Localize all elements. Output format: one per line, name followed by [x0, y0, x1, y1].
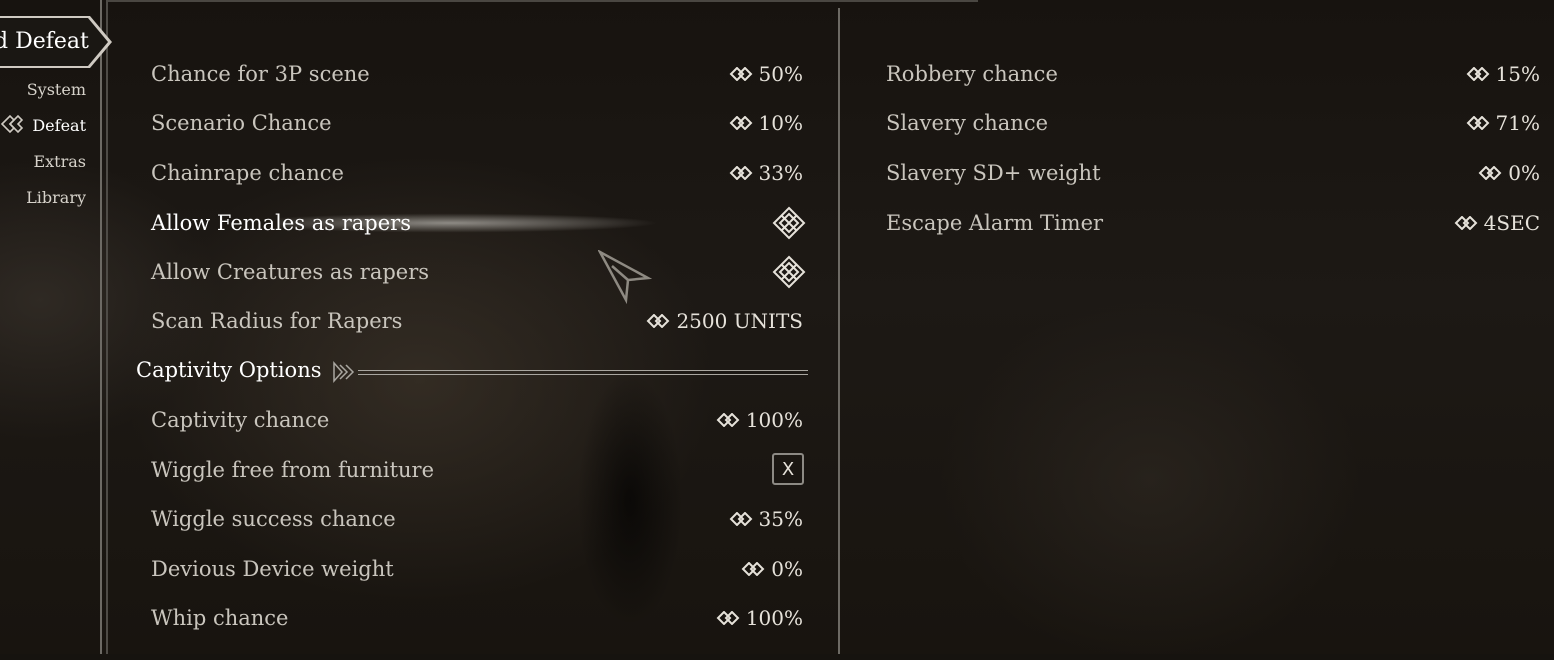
double-arrow-icon: [716, 413, 740, 427]
option-row[interactable]: Scenario Chance 10%: [151, 111, 803, 151]
rune-check-icon[interactable]: [772, 255, 806, 289]
option-row[interactable]: Scan Radius for Rapers 2500 UNITS: [151, 309, 803, 349]
section-header: Captivity Options: [136, 358, 808, 390]
option-value[interactable]: 35%: [729, 507, 803, 531]
nav-item-library[interactable]: Library: [26, 188, 86, 207]
option-label: Wiggle success chance: [151, 507, 396, 531]
keybind-button[interactable]: X: [772, 453, 804, 485]
option-row[interactable]: Slavery SD+ weight 0%: [886, 161, 1540, 201]
nav-item-extras[interactable]: Extras: [33, 152, 86, 171]
double-arrow-icon: [647, 314, 670, 328]
section-header-label: Captivity Options: [136, 358, 322, 382]
option-label: Escape Alarm Timer: [886, 211, 1104, 235]
option-value-text: 50%: [758, 62, 803, 86]
option-label: Robbery chance: [886, 62, 1058, 86]
nav-item-system[interactable]: System: [27, 80, 86, 99]
option-value[interactable]: 0%: [741, 557, 803, 581]
option-label: Chainrape chance: [151, 161, 344, 185]
option-value-text: 71%: [1495, 111, 1540, 135]
double-arrow-icon: [1466, 116, 1489, 130]
option-value[interactable]: 2500 UNITS: [646, 309, 803, 333]
option-label: Allow Females as rapers: [151, 211, 411, 235]
nav-divider-inner: [106, 0, 108, 654]
option-value[interactable]: 15%: [1466, 62, 1540, 86]
option-value-text: 0%: [1508, 161, 1540, 185]
option-value-text: 0%: [771, 557, 803, 581]
option-label: Allow Creatures as rapers: [151, 260, 430, 284]
option-label: Captivity chance: [151, 408, 330, 432]
nav-list: System Defeat Extras Library: [0, 78, 86, 218]
option-row[interactable]: Wiggle free from furniture: [151, 458, 751, 498]
double-arrow-icon: [729, 116, 752, 130]
double-arrow-icon: [741, 562, 765, 576]
option-row[interactable]: Captivity chance 100%: [151, 408, 803, 448]
option-row[interactable]: Wiggle success chance 35%: [151, 507, 803, 547]
option-label: Wiggle free from furniture: [151, 458, 435, 482]
double-arrow-icon: [1454, 216, 1478, 230]
option-row[interactable]: Whip chance 100%: [151, 606, 803, 646]
double-arrow-icon: [729, 166, 752, 180]
option-value-text: 15%: [1495, 62, 1540, 86]
option-label: Slavery SD+ weight: [886, 161, 1101, 185]
section-header-line: [358, 370, 808, 375]
option-row[interactable]: Devious Device weight 0%: [151, 557, 803, 597]
option-value[interactable]: 4SEC: [1454, 211, 1540, 235]
option-row[interactable]: Robbery chance 15%: [886, 62, 1540, 102]
option-row-highlighted[interactable]: Allow Females as rapers: [151, 211, 651, 251]
option-value[interactable]: 10%: [729, 111, 803, 135]
option-value[interactable]: 33%: [729, 161, 803, 185]
option-label: Whip chance: [151, 606, 289, 630]
nav-divider-outer: [100, 0, 102, 654]
option-label: Scan Radius for Rapers: [151, 309, 403, 333]
option-value[interactable]: 71%: [1466, 111, 1540, 135]
option-value[interactable]: 100%: [716, 606, 803, 630]
double-arrow-icon: [716, 611, 740, 625]
column-divider: [838, 8, 840, 654]
option-value[interactable]: 50%: [729, 62, 803, 86]
option-value-text: 4SEC: [1483, 211, 1540, 235]
option-label: Chance for 3P scene: [151, 62, 370, 86]
option-value-text: 10%: [758, 111, 803, 135]
option-row[interactable]: Escape Alarm Timer 4SEC: [886, 211, 1540, 251]
mod-title: d Defeat: [0, 29, 89, 54]
option-value-text: 33%: [758, 161, 803, 185]
option-value-text: 2500 UNITS: [676, 309, 803, 333]
top-rule: [108, 0, 978, 2]
rune-check-icon[interactable]: [772, 206, 806, 240]
option-row[interactable]: Slavery chance 71%: [886, 111, 1540, 151]
option-row[interactable]: Chainrape chance 33%: [151, 161, 803, 201]
option-value-text: 100%: [745, 408, 803, 432]
option-label: Slavery chance: [886, 111, 1049, 135]
double-arrow-icon: [729, 67, 752, 81]
double-arrow-icon: [1466, 67, 1489, 81]
double-arrow-icon: [1478, 166, 1502, 180]
double-arrow-icon: [729, 512, 752, 526]
cursor-arrow-icon: [598, 250, 653, 304]
option-value-text: 100%: [745, 606, 803, 630]
option-row[interactable]: Chance for 3P scene 50%: [151, 62, 803, 102]
option-label: Scenario Chance: [151, 111, 332, 135]
option-value[interactable]: 100%: [716, 408, 803, 432]
option-value[interactable]: 0%: [1478, 161, 1540, 185]
option-row[interactable]: Allow Creatures as rapers: [151, 260, 651, 300]
nav-item-defeat[interactable]: Defeat: [32, 116, 86, 135]
option-value-text: 35%: [758, 507, 803, 531]
option-label: Devious Device weight: [151, 557, 394, 581]
